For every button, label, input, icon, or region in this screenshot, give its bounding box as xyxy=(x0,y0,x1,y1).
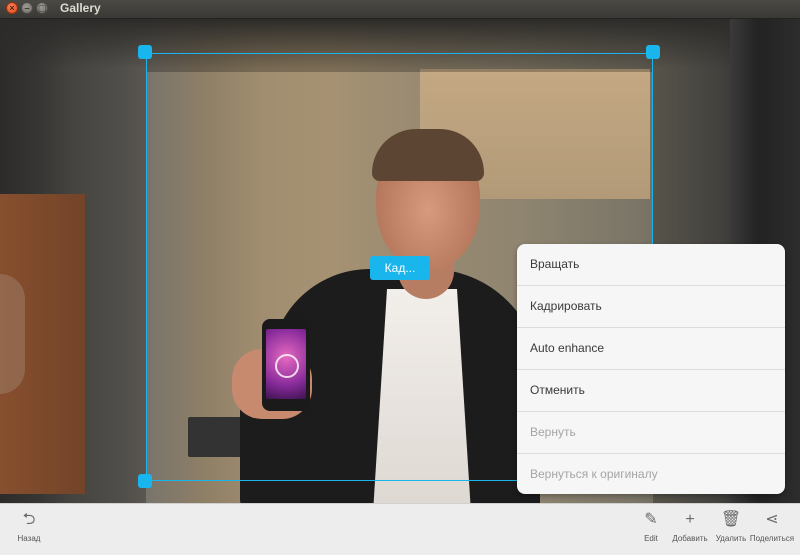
crop-handle-top-left[interactable] xyxy=(138,45,152,59)
window-titlebar: × – ▢ Gallery xyxy=(0,0,800,19)
bottom-toolbar: ⮌ Назад ✎ Edit + Добавить 🗑 Удалить ⋖ По… xyxy=(0,503,800,555)
edit-menu: Вращать Кадрировать Auto enhance Отменит… xyxy=(517,244,785,494)
crop-dim-left xyxy=(0,19,146,503)
pencil-icon: ✎ xyxy=(644,511,658,528)
menu-item-crop[interactable]: Кадрировать xyxy=(517,286,785,328)
minimize-icon: – xyxy=(24,3,30,13)
trash-icon: 🗑 xyxy=(720,511,742,528)
add-label: Добавить xyxy=(672,534,708,543)
back-button[interactable]: ⮌ Назад xyxy=(12,510,46,543)
menu-item-rotate[interactable]: Вращать xyxy=(517,244,785,286)
crop-handle-bottom-left[interactable] xyxy=(138,474,152,488)
share-button[interactable]: ⋖ Поделиться xyxy=(746,510,798,543)
menu-item-revert-original[interactable]: Вернуться к оригиналу xyxy=(517,454,785,494)
back-arrow-icon: ⮌ xyxy=(22,511,36,528)
crop-apply-button[interactable]: Кад... xyxy=(370,256,430,280)
back-label: Назад xyxy=(17,534,41,543)
window-maximize-button[interactable]: ▢ xyxy=(36,2,48,14)
crop-handle-top-right[interactable] xyxy=(646,45,660,59)
window-minimize-button[interactable]: – xyxy=(21,2,33,14)
delete-button[interactable]: 🗑 Удалить xyxy=(712,510,750,543)
menu-item-undo[interactable]: Отменить xyxy=(517,370,785,412)
share-icon: ⋖ xyxy=(765,511,779,528)
edit-label: Edit xyxy=(644,534,658,543)
edit-button[interactable]: ✎ Edit xyxy=(636,510,666,543)
share-label: Поделиться xyxy=(749,534,795,543)
window-title: Gallery xyxy=(60,1,101,15)
close-icon: × xyxy=(9,3,15,13)
menu-item-redo[interactable]: Вернуть xyxy=(517,412,785,454)
window-close-button[interactable]: × xyxy=(6,2,18,14)
maximize-icon: ▢ xyxy=(37,3,47,13)
delete-label: Удалить xyxy=(715,534,747,543)
plus-icon: + xyxy=(685,511,695,528)
add-button[interactable]: + Добавить xyxy=(670,510,710,543)
menu-item-auto-enhance[interactable]: Auto enhance xyxy=(517,328,785,370)
